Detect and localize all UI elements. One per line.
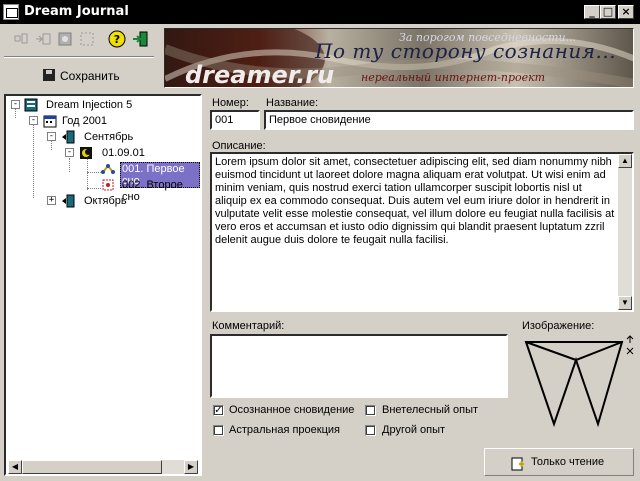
calendar-icon	[43, 114, 57, 128]
astral-projection-checkbox[interactable]	[213, 425, 224, 436]
new-entry-icon[interactable]	[12, 30, 30, 48]
number-label: Номер:	[212, 97, 249, 109]
tree-year-label[interactable]: Год 2001	[62, 115, 107, 127]
app-icon[interactable]	[3, 4, 19, 20]
name-field[interactable]: Первое сновидение	[264, 110, 634, 130]
toolbar-divider	[4, 56, 154, 58]
dream-entry-icon	[101, 178, 115, 192]
lucid-dream-checkbox[interactable]: ✓	[213, 405, 224, 416]
description-vertical-scrollbar[interactable]: ▲ ▼	[618, 154, 632, 310]
image-label: Изображение:	[522, 320, 595, 332]
description-text: Lorem ipsum dolor sit amet, consectetuer…	[215, 156, 615, 246]
help-icon[interactable]: ?	[108, 30, 126, 48]
save-button[interactable]: Сохранить	[38, 66, 128, 86]
description-label: Описание:	[212, 140, 266, 152]
save-label: Сохранить	[60, 69, 120, 83]
minimize-button[interactable]: _	[584, 5, 600, 19]
night-icon	[79, 146, 93, 160]
dream-image	[524, 338, 624, 428]
banner-image: За порогом повседневности... По ту сторо…	[164, 28, 634, 88]
tree-horizontal-scrollbar[interactable]: ◀ ▶	[8, 460, 198, 474]
read-only-icon	[511, 455, 525, 471]
image-clear-icon[interactable]	[625, 346, 635, 356]
other-experience-checkbox[interactable]	[365, 425, 376, 436]
scroll-up-icon[interactable]: ▲	[618, 154, 632, 168]
date-collapse-toggle[interactable]: -	[65, 148, 74, 157]
journal-tree[interactable]: - Dream Injection 5 - Год 2001 - Сентябр…	[4, 94, 202, 476]
dream-entry-icon	[101, 162, 115, 176]
name-label: Название:	[266, 97, 319, 109]
month-book-icon	[61, 130, 75, 144]
scroll-thumb[interactable]	[22, 460, 162, 474]
read-only-label: Только чтение	[531, 456, 605, 468]
comment-textarea[interactable]	[210, 334, 508, 398]
new-folder-icon[interactable]	[34, 30, 52, 48]
october-expand-toggle[interactable]: +	[47, 196, 56, 205]
out-of-body-checkbox[interactable]	[365, 405, 376, 416]
properties-icon[interactable]	[56, 30, 74, 48]
exit-icon[interactable]	[132, 30, 150, 48]
tree-month-september[interactable]: Сентябрь	[84, 131, 133, 143]
title-bar: Dream Journal _ □ ×	[0, 0, 640, 24]
scroll-down-icon[interactable]: ▼	[618, 296, 632, 310]
window-title: Dream Journal	[24, 4, 129, 19]
month-book-icon	[61, 194, 75, 208]
image-load-icon[interactable]	[625, 335, 635, 345]
tree-date-label[interactable]: 01.09.01	[102, 147, 145, 159]
lucid-dream-label: Осознанное сновидение	[229, 404, 355, 416]
comment-label: Комментарий:	[212, 320, 285, 332]
select-icon[interactable]	[78, 30, 96, 48]
tree-entry-2[interactable]: 002. Второе сно	[122, 179, 200, 203]
other-experience-label: Другой опыт	[382, 424, 446, 436]
read-only-button[interactable]: Только чтение	[484, 448, 634, 476]
out-of-body-label: Внетелесный опыт	[382, 404, 479, 416]
banner-site: dreamer.ru	[185, 61, 335, 88]
help-glyph: ?	[114, 33, 120, 46]
root-collapse-toggle[interactable]: -	[11, 100, 20, 109]
scroll-right-icon[interactable]: ▶	[184, 460, 198, 474]
banner-tagline: нереальный интернет-проект	[361, 71, 546, 84]
floppy-disk-icon	[43, 69, 55, 81]
description-textarea[interactable]: Lorem ipsum dolor sit amet, consectetuer…	[210, 152, 634, 312]
close-button[interactable]: ×	[618, 5, 634, 19]
scroll-left-icon[interactable]: ◀	[8, 460, 22, 474]
maximize-button[interactable]: □	[600, 5, 616, 19]
tree-root-label[interactable]: Dream Injection 5	[46, 99, 132, 111]
journal-book-icon	[24, 98, 38, 112]
tree-month-october[interactable]: Октябрь	[84, 195, 127, 207]
year-collapse-toggle[interactable]: -	[29, 116, 38, 125]
september-collapse-toggle[interactable]: -	[47, 132, 56, 141]
banner-line-2: По ту сторону сознания...	[315, 39, 617, 63]
number-field[interactable]: 001	[210, 110, 260, 130]
astral-projection-label: Астральная проекция	[229, 424, 340, 436]
